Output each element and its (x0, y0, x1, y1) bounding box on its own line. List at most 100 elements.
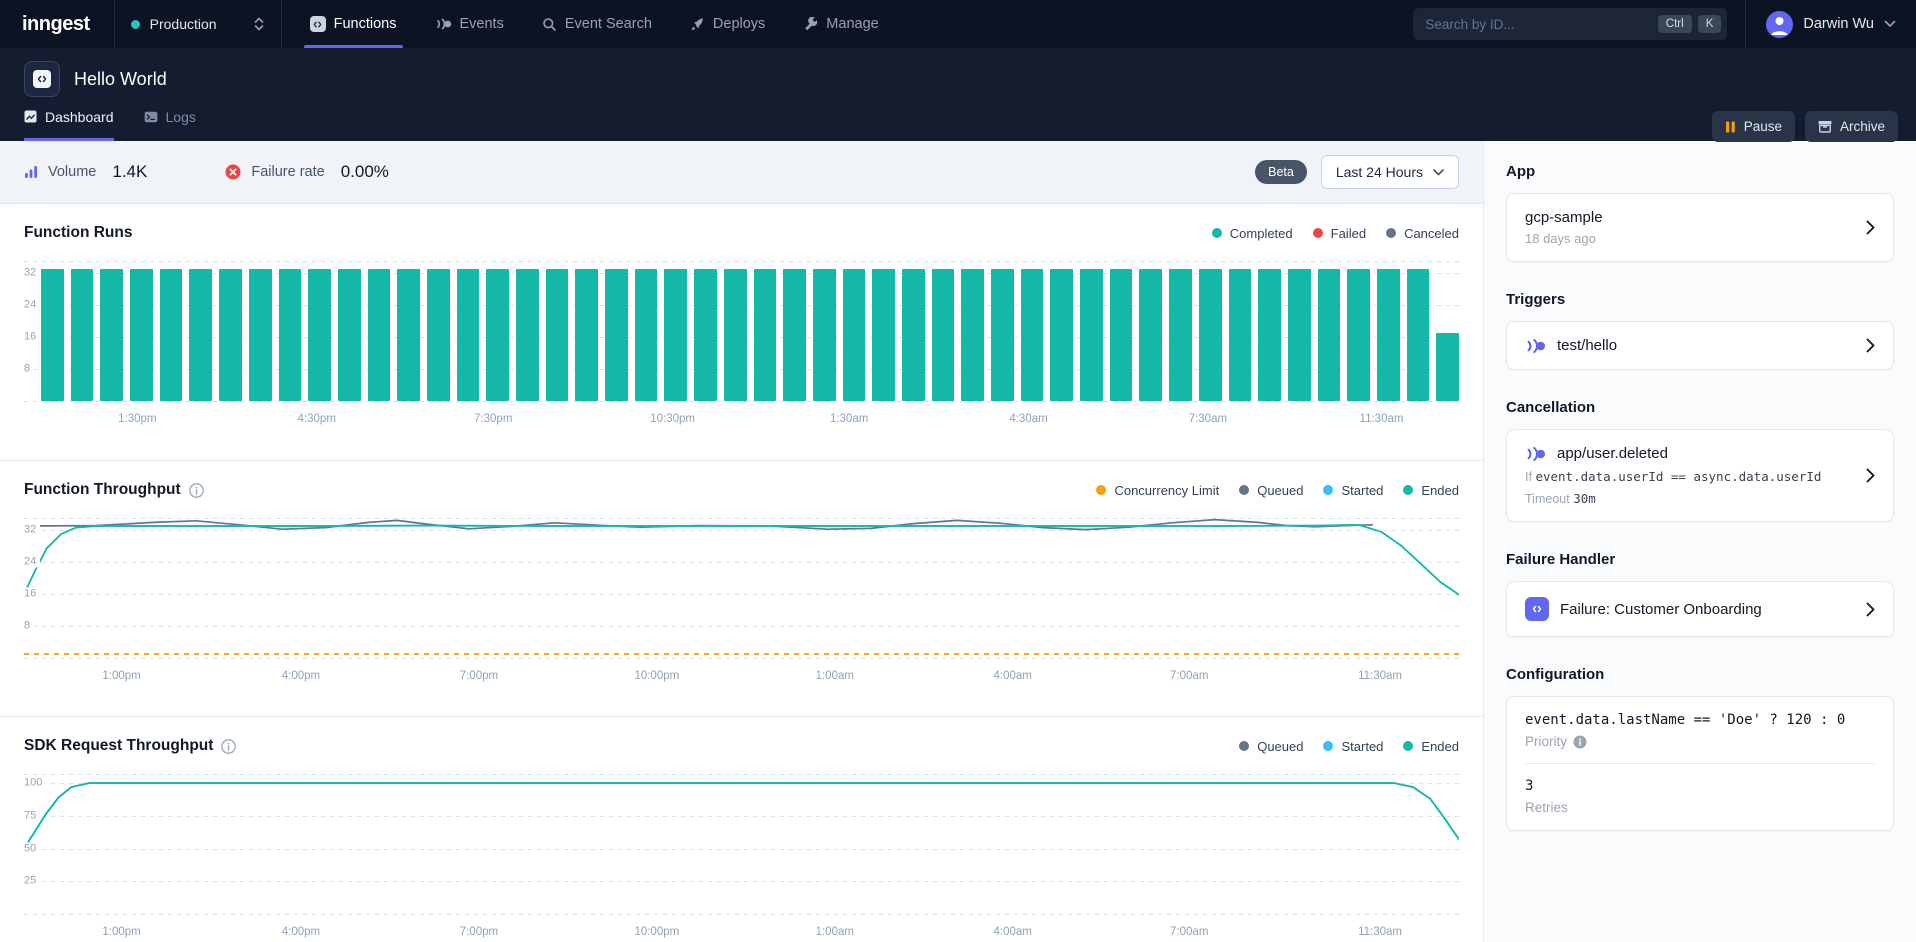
chevron-down-icon (1884, 20, 1896, 28)
legend-dot (1096, 485, 1106, 495)
tab-dashboard[interactable]: Dashboard (24, 101, 114, 141)
legend-item: Started (1323, 483, 1383, 498)
failure-handler-card[interactable]: Failure: Customer Onboarding (1506, 581, 1894, 637)
stats-bar: Volume 1.4K Failure rate 0.00% Beta Last… (0, 141, 1483, 204)
bar (754, 269, 777, 401)
volume-label: Volume (48, 164, 96, 180)
cancellation-condition: If event.data.userId == async.data.userI… (1525, 469, 1854, 484)
chevron-down-icon (1433, 169, 1444, 176)
bar (1139, 269, 1162, 401)
x-tick-label: 4:30pm (298, 413, 336, 425)
bar (219, 269, 242, 401)
bar (486, 269, 509, 401)
bar (575, 269, 598, 401)
user-name: Darwin Wu (1803, 16, 1874, 32)
nav-item-deploys[interactable]: Deploys (690, 0, 765, 48)
x-axis: 1:00pm4:00pm7:00pm10:00pm1:00am4:00am7:0… (24, 921, 1459, 942)
function-code-icon (1525, 597, 1549, 621)
x-tick-label: 4:00am (994, 670, 1032, 682)
legend-item: Ended (1403, 739, 1459, 754)
nav-item-functions[interactable]: Functions (310, 0, 397, 48)
bar (338, 269, 361, 401)
chevron-right-icon (1866, 220, 1875, 235)
title-row: Hello World (24, 48, 1892, 97)
cancellation-event: app/user.deleted (1557, 445, 1668, 462)
y-tick-label: 24 (24, 298, 40, 310)
legend-label: Started (1341, 739, 1383, 754)
bar (843, 269, 866, 401)
legend-item: Failed (1313, 226, 1366, 241)
time-range-dropdown[interactable]: Last 24 Hours (1321, 155, 1459, 189)
trigger-card[interactable]: test/hello (1506, 321, 1894, 370)
y-tick-label: 8 (24, 362, 34, 374)
nav-item-event-search[interactable]: Event Search (542, 0, 652, 48)
x-tick-label: 10:30pm (650, 413, 695, 425)
legend-label: Concurrency Limit (1114, 483, 1219, 498)
archive-button[interactable]: Archive (1805, 111, 1898, 142)
function-header: Hello World Pause Archive (0, 48, 1916, 141)
bar (813, 269, 836, 401)
series-queued (24, 520, 1373, 530)
user-menu[interactable]: Darwin Wu (1745, 0, 1896, 48)
legend-dot (1403, 485, 1413, 495)
info-icon[interactable] (221, 739, 236, 754)
environment-selector[interactable]: Production (114, 0, 282, 48)
y-tick-label: 75 (24, 809, 40, 821)
dashboard-icon (24, 110, 37, 123)
series-started (24, 783, 1459, 848)
info-icon[interactable] (1573, 735, 1587, 749)
legend-label: Started (1341, 483, 1383, 498)
bar-chart-icon (24, 165, 38, 179)
chevron-right-icon (1866, 602, 1875, 617)
legend-item: Started (1323, 739, 1383, 754)
bar (1436, 333, 1459, 401)
function-runs-chart: Function Runs CompletedFailedCanceled 32… (0, 204, 1483, 460)
bar (427, 269, 450, 401)
y-tick-label: 24 (24, 555, 40, 567)
pause-button[interactable]: Pause (1712, 111, 1795, 142)
bar (694, 269, 717, 401)
y-tick-label: 16 (24, 330, 40, 342)
app-meta: 18 days ago (1525, 231, 1854, 246)
bar (160, 269, 183, 401)
info-icon[interactable] (189, 483, 204, 498)
x-tick-label: 1:30pm (118, 413, 156, 425)
x-tick-label: 7:30pm (474, 413, 512, 425)
search-input[interactable] (1425, 17, 1651, 32)
avatar (1766, 11, 1793, 38)
logs-terminal-icon (144, 111, 158, 123)
top-nav: inngest Production Functions (0, 0, 1916, 48)
bar (932, 269, 955, 401)
app-card[interactable]: gcp-sample 18 days ago (1506, 193, 1894, 262)
x-tick-label: 7:30am (1189, 413, 1227, 425)
nav-item-manage[interactable]: Manage (803, 0, 878, 48)
bar (279, 269, 302, 401)
section-heading: Triggers (1506, 291, 1894, 308)
bar (308, 269, 331, 401)
bar (664, 269, 687, 401)
bar (1080, 269, 1103, 401)
legend-label: Ended (1421, 739, 1459, 754)
bar (1377, 269, 1400, 401)
nav-item-events[interactable]: Events (435, 0, 504, 48)
y-tick-label: 50 (24, 842, 40, 854)
tab-logs[interactable]: Logs (144, 101, 196, 141)
y-tick-label: 32 (24, 523, 40, 535)
x-tick-label: 11:30am (1358, 926, 1402, 938)
cancellation-card[interactable]: app/user.deleted If event.data.userId ==… (1506, 429, 1894, 522)
bar (1258, 269, 1281, 401)
bar (1110, 269, 1133, 401)
bar (1199, 269, 1222, 401)
chart-title: Function Runs (24, 224, 133, 242)
divider (1525, 763, 1875, 764)
header-actions: Pause Archive (1712, 111, 1898, 142)
bar (961, 269, 984, 401)
beta-badge: Beta (1255, 160, 1307, 184)
nav-item-label: Event Search (565, 16, 652, 32)
bar (1169, 269, 1192, 401)
gridline (24, 914, 1459, 915)
search-box[interactable]: Ctrl K (1413, 8, 1727, 40)
configuration-section: Configuration event.data.lastName == 'Do… (1506, 666, 1894, 831)
bar (783, 269, 806, 401)
bar (1021, 269, 1044, 401)
